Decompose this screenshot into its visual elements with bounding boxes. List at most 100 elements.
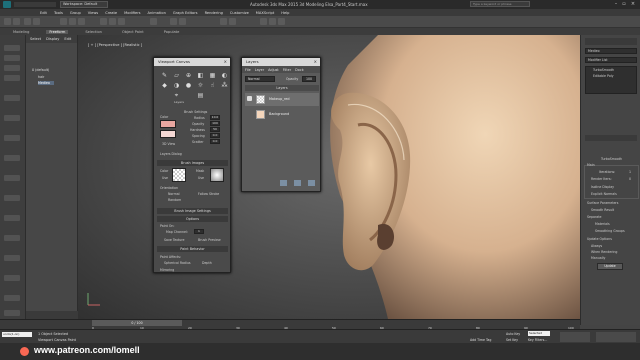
- bi-use-color[interactable]: Use: [162, 176, 168, 180]
- layer-row-background[interactable]: Background: [245, 108, 319, 121]
- viewport-label[interactable]: [ + ] [Perspective ] [Realistic ]: [88, 43, 142, 47]
- strip-tool-icon[interactable]: [4, 295, 20, 301]
- scene-tab-select[interactable]: Select: [30, 37, 41, 41]
- undo-icon[interactable]: [4, 18, 11, 25]
- brush-images-rollout[interactable]: Brush Images: [157, 160, 228, 166]
- menu-graph-editors[interactable]: Graph Editors: [173, 11, 198, 15]
- layers-dialog-label[interactable]: Layers Dialog: [160, 152, 182, 156]
- tree-item-default[interactable]: 0 (default): [32, 68, 49, 72]
- eye-icon[interactable]: [247, 96, 252, 101]
- nav-controls[interactable]: [596, 332, 636, 342]
- menu-maxscript[interactable]: MAXScript: [256, 11, 274, 15]
- strip-tool-icon[interactable]: [4, 75, 20, 81]
- link-icon[interactable]: [24, 18, 31, 25]
- orient-normal-radio[interactable]: Normal: [168, 192, 180, 196]
- select-object-icon[interactable]: [60, 18, 67, 25]
- smudge-icon[interactable]: ☝: [208, 82, 217, 90]
- strip-tool-icon[interactable]: [4, 155, 20, 161]
- close-icon[interactable]: ×: [224, 58, 227, 66]
- rect-selection-icon[interactable]: [78, 18, 85, 25]
- layers-menu-filter[interactable]: Filter: [283, 68, 291, 72]
- scale-icon[interactable]: [118, 18, 125, 25]
- manually-radio[interactable]: Manually: [591, 256, 605, 260]
- select-by-name-icon[interactable]: [69, 18, 76, 25]
- brush-image-settings-button[interactable]: Brush Image Settings: [157, 208, 228, 214]
- dodge-icon[interactable]: ●: [184, 82, 193, 90]
- mirroring-label[interactable]: Mirroring: [160, 268, 174, 272]
- tab-freeform[interactable]: Freeform: [46, 29, 69, 34]
- duplicate-layer-icon[interactable]: [294, 180, 301, 186]
- stack-item-turbosmooth[interactable]: TurboSmooth: [593, 68, 614, 72]
- mask-brush-image[interactable]: [210, 168, 224, 182]
- pivot-icon[interactable]: [150, 18, 157, 25]
- materials-checkbox[interactable]: Materials: [595, 222, 610, 226]
- strip-tool-icon[interactable]: [4, 175, 20, 181]
- stack-item-editable-poly[interactable]: Editable Poly: [593, 74, 614, 78]
- selected-dropdown[interactable]: Selected: [528, 331, 550, 336]
- menu-views[interactable]: Views: [88, 11, 98, 15]
- playback-controls[interactable]: [560, 332, 590, 342]
- color-brush-image[interactable]: [172, 168, 186, 182]
- opacity-field[interactable]: 100: [210, 121, 220, 126]
- always-radio[interactable]: Always: [591, 244, 602, 248]
- paint-behavior-rollout[interactable]: Paint Behavior: [157, 246, 228, 252]
- radius-field[interactable]: 10.0: [210, 115, 220, 120]
- tree-item-medieo[interactable]: Medieo: [38, 81, 54, 85]
- render-iters-value[interactable]: 0: [629, 177, 631, 181]
- close-icon[interactable]: ×: [314, 58, 317, 66]
- menu-create[interactable]: Create: [105, 11, 117, 15]
- object-name-field[interactable]: Medieo: [585, 48, 637, 54]
- menu-customize[interactable]: Customize: [230, 11, 249, 15]
- render-iters-label[interactable]: Render Iters:: [591, 177, 612, 181]
- search-input[interactable]: Type a keyword or phrase: [470, 1, 530, 7]
- clone-icon[interactable]: ⊕: [184, 72, 193, 80]
- smoothing-groups-checkbox[interactable]: Smoothing Groups: [595, 229, 625, 233]
- scene-tab-display[interactable]: Display: [46, 37, 59, 41]
- timeline[interactable]: [0, 319, 580, 329]
- menu-modifiers[interactable]: Modifiers: [124, 11, 140, 15]
- depth-radio[interactable]: Depth: [202, 261, 212, 265]
- delete-layer-icon[interactable]: [308, 180, 315, 186]
- strip-tool-icon[interactable]: [4, 135, 20, 141]
- tab-modeling[interactable]: Modeling: [10, 30, 32, 34]
- fill-icon[interactable]: ◧: [196, 72, 205, 80]
- redo-icon[interactable]: [13, 18, 20, 25]
- strip-tool-icon[interactable]: [4, 255, 20, 261]
- scene-tab-edit[interactable]: Edit: [64, 37, 71, 41]
- close-icon[interactable]: ×: [629, 1, 637, 7]
- strip-tool-icon[interactable]: [4, 195, 20, 201]
- explicit-normals-checkbox[interactable]: Explicit Normals: [591, 192, 617, 196]
- brush-preview-checkbox[interactable]: Brush Preview: [198, 238, 221, 242]
- layers-menu-layer[interactable]: Layer: [255, 68, 264, 72]
- tab-populate[interactable]: Populate: [161, 30, 183, 34]
- workspace-dropdown[interactable]: Workspace: Default: [60, 1, 108, 8]
- options-rollout[interactable]: Options: [157, 216, 228, 222]
- angle-snap-icon[interactable]: [179, 18, 186, 25]
- material-editor-icon[interactable]: [260, 18, 267, 25]
- unlink-icon[interactable]: [33, 18, 40, 25]
- maxscript-listener[interactable]: undo(1,on): [2, 332, 32, 337]
- strip-tool-icon[interactable]: [4, 55, 20, 61]
- render-icon[interactable]: [278, 18, 285, 25]
- align-icon[interactable]: [229, 18, 236, 25]
- set-key-button[interactable]: Set Key: [506, 338, 518, 342]
- scatter-field[interactable]: 0.0: [210, 139, 220, 144]
- eraser-icon[interactable]: ▱: [172, 72, 181, 80]
- burn-icon[interactable]: ☼: [196, 82, 205, 90]
- menu-help[interactable]: Help: [281, 11, 289, 15]
- strip-tool-icon[interactable]: [4, 215, 20, 221]
- spacing-field[interactable]: 0.0: [210, 133, 220, 138]
- strip-tool-icon[interactable]: [4, 235, 20, 241]
- menu-group[interactable]: Group: [70, 11, 81, 15]
- when-rendering-radio[interactable]: When Rendering: [591, 250, 617, 254]
- menu-rendering[interactable]: Rendering: [205, 11, 223, 15]
- gradient-icon[interactable]: ▦: [208, 72, 217, 80]
- blend-mode-dropdown[interactable]: Normal: [245, 76, 275, 82]
- orient-follow-radio[interactable]: Follow Stroke: [198, 192, 219, 196]
- smooth-result-checkbox[interactable]: Smooth Result: [591, 208, 614, 212]
- opacity-field[interactable]: 100: [302, 76, 316, 82]
- tab-object-paint[interactable]: Object Paint: [119, 30, 147, 34]
- snaps-icon[interactable]: [170, 18, 177, 25]
- mirror-icon[interactable]: [220, 18, 227, 25]
- bi-use-mask[interactable]: Use: [198, 176, 204, 180]
